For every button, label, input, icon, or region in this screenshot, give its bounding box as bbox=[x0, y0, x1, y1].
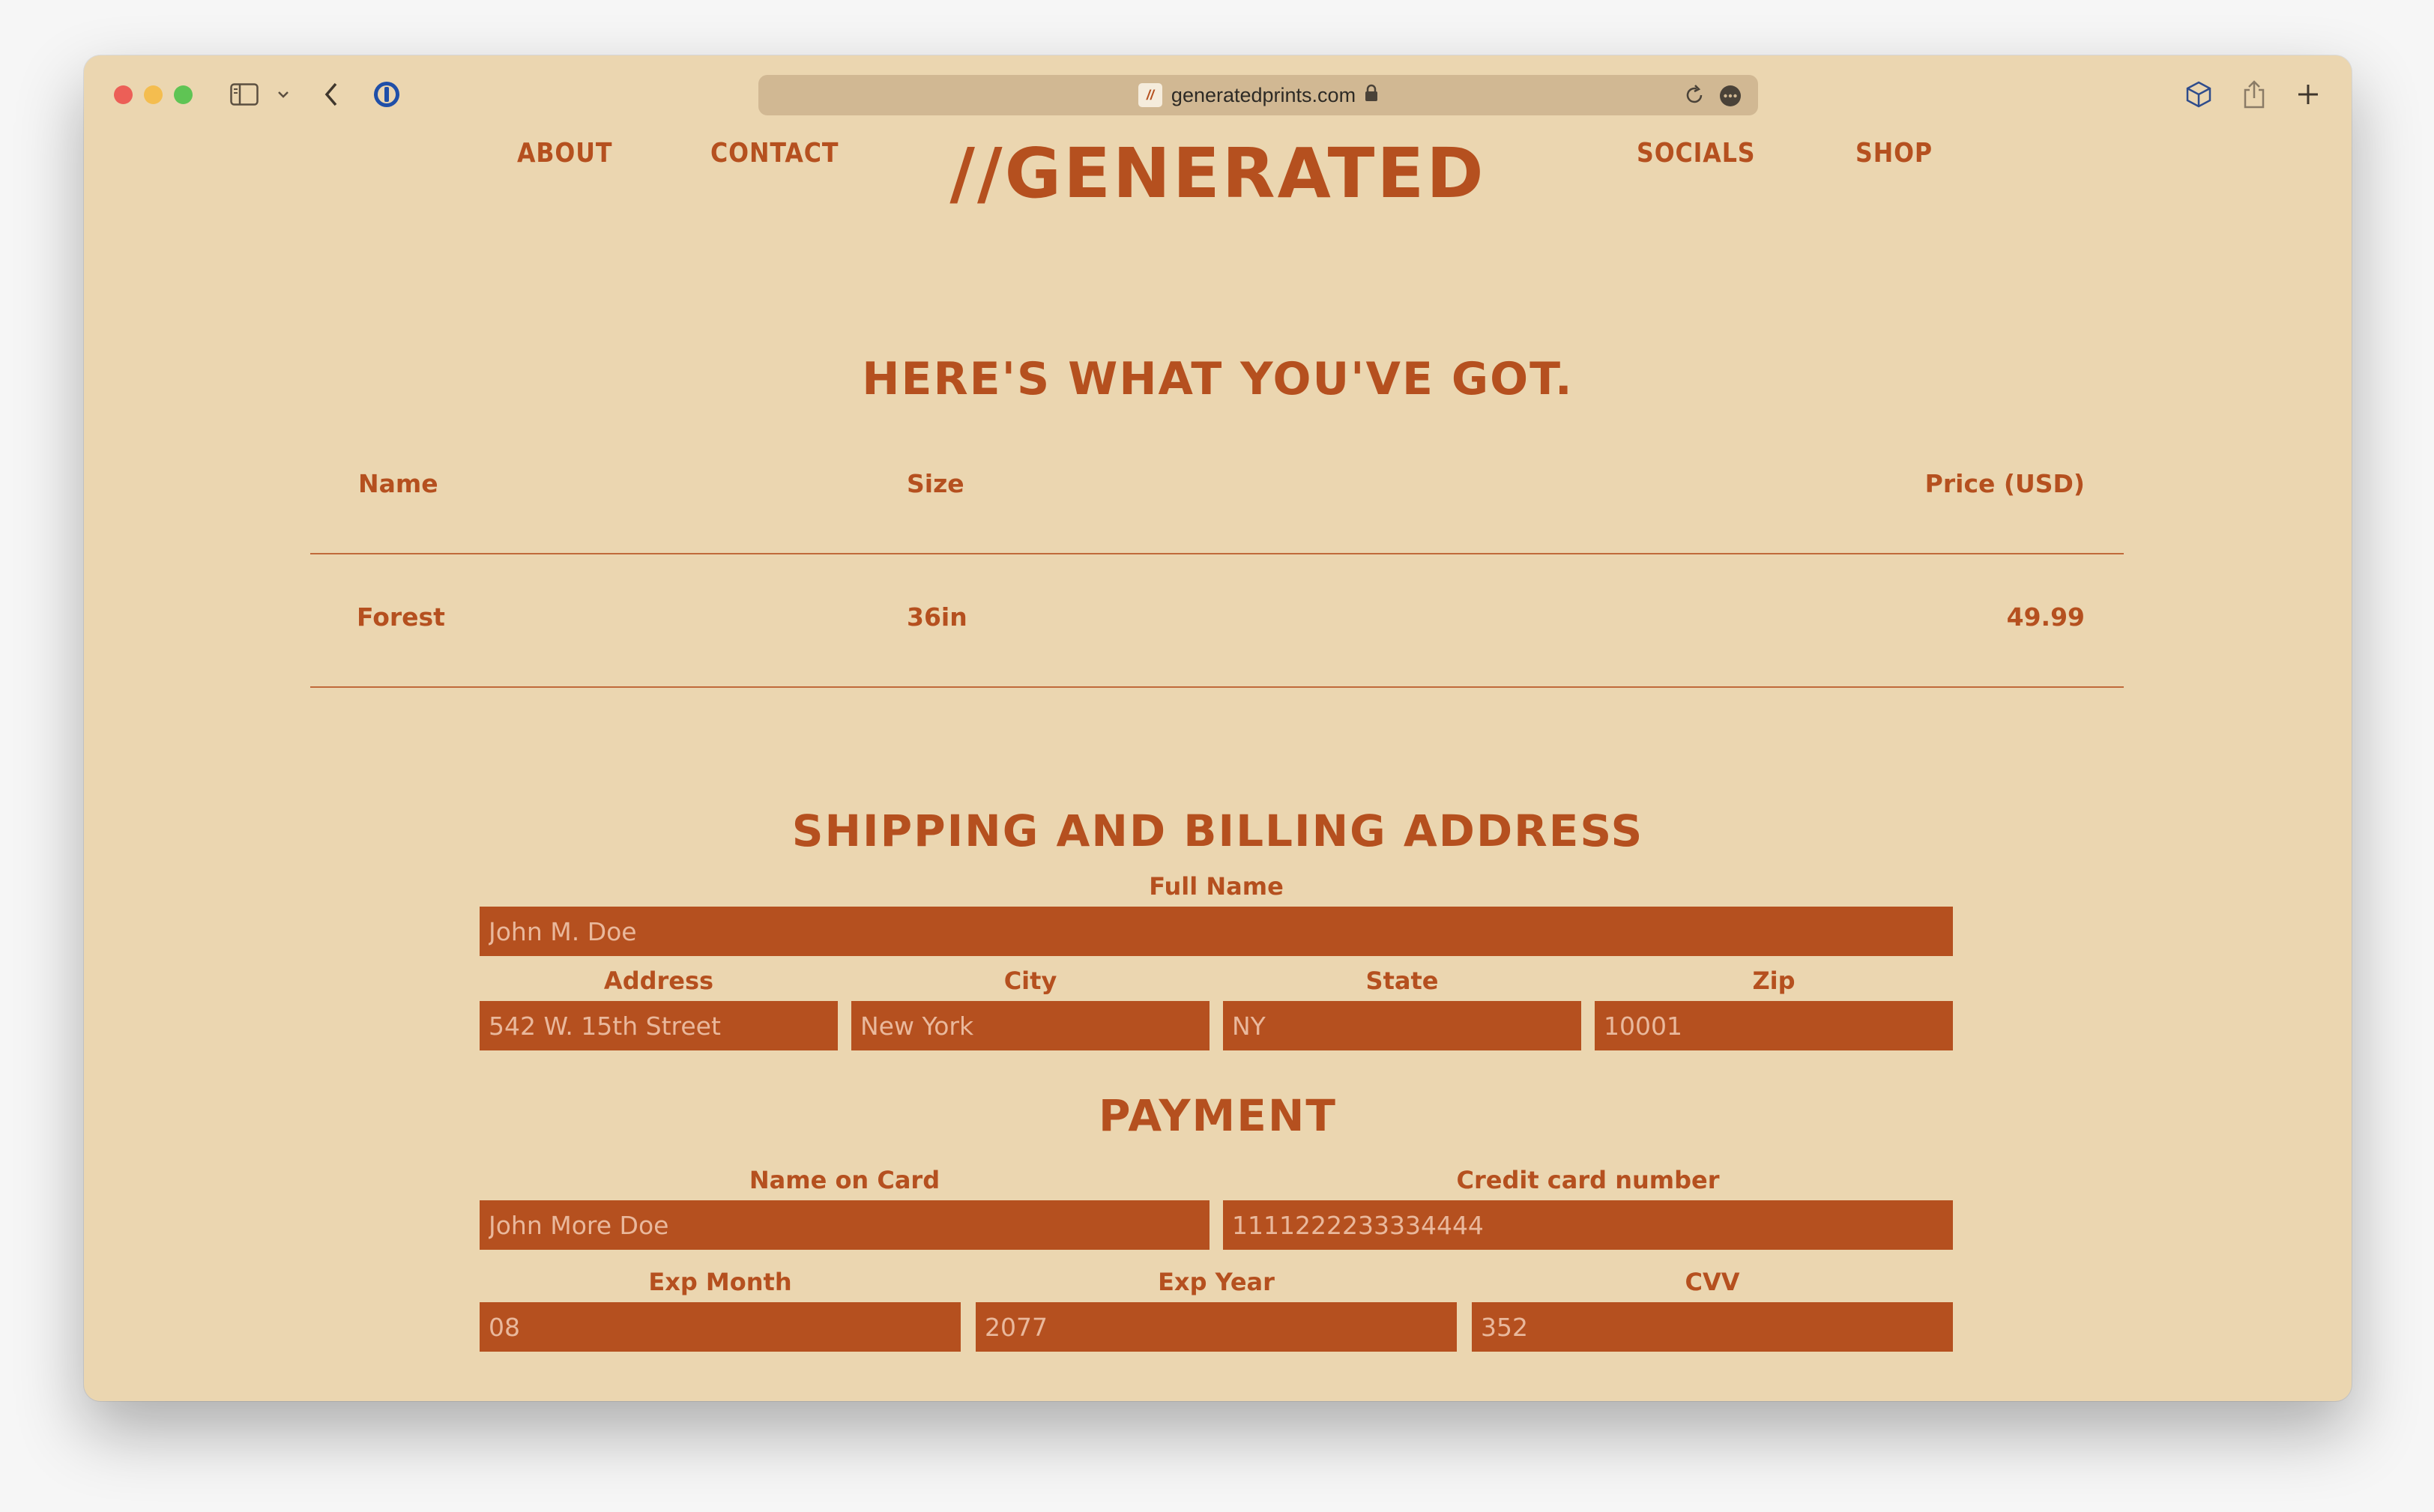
table-divider bbox=[310, 686, 2124, 688]
row-name-cell: Forest bbox=[357, 602, 445, 632]
lock-icon bbox=[1365, 84, 1378, 107]
name-on-card-input[interactable] bbox=[480, 1200, 1210, 1250]
minimize-window-button[interactable] bbox=[144, 85, 163, 104]
shipping-title: SHIPPING AND BILLING ADDRESS bbox=[791, 805, 1644, 856]
zip-input[interactable] bbox=[1595, 1001, 1953, 1050]
back-arrow-icon[interactable] bbox=[316, 78, 346, 111]
city-label: City bbox=[1003, 967, 1057, 995]
exp-month-input[interactable] bbox=[480, 1302, 961, 1352]
card-number-label: Credit card number bbox=[1456, 1166, 1720, 1194]
cvv-label: CVV bbox=[1685, 1268, 1740, 1296]
exp-year-input[interactable] bbox=[976, 1302, 1457, 1352]
cvv-input[interactable] bbox=[1472, 1302, 1953, 1352]
table-header-price: Price (USD) bbox=[1924, 469, 2085, 498]
reload-icon[interactable] bbox=[1683, 84, 1706, 109]
new-tab-plus-icon[interactable] bbox=[2293, 78, 2323, 111]
address-label: Address bbox=[603, 967, 714, 995]
nav-shop-link[interactable]: SHOP bbox=[1855, 138, 1933, 169]
zip-label: Zip bbox=[1752, 967, 1796, 995]
full-name-label: Full Name bbox=[1149, 872, 1284, 901]
cart-title: HERE'S WHAT YOU'VE GOT. bbox=[862, 353, 1574, 405]
site-logo[interactable]: //GENERATED bbox=[84, 139, 2352, 208]
chevron-down-icon[interactable] bbox=[274, 78, 292, 111]
row-size-cell: 36in bbox=[907, 602, 967, 632]
sidebar-toggle-icon[interactable] bbox=[228, 78, 261, 111]
row-price-cell: 49.99 bbox=[2006, 602, 2085, 632]
site-favicon: // bbox=[1138, 83, 1162, 107]
url-text: generatedprints.com bbox=[1171, 83, 1356, 106]
address-bar[interactable]: // generatedprints.com bbox=[758, 75, 1758, 115]
more-options-icon[interactable] bbox=[1719, 85, 1742, 110]
exp-month-label: Exp Month bbox=[648, 1268, 792, 1296]
table-divider bbox=[310, 553, 2124, 554]
table-header-name: Name bbox=[358, 469, 438, 498]
name-on-card-label: Name on Card bbox=[749, 1166, 940, 1194]
extension-box-icon[interactable] bbox=[2182, 78, 2215, 111]
browser-window: // generatedprints.com ABOUT CONTACT //G… bbox=[84, 55, 2352, 1401]
card-number-input[interactable] bbox=[1223, 1200, 1953, 1250]
password-manager-icon[interactable] bbox=[370, 78, 403, 111]
state-input[interactable] bbox=[1223, 1001, 1581, 1050]
close-window-button[interactable] bbox=[114, 85, 133, 104]
payment-title: PAYMENT bbox=[1099, 1090, 1337, 1141]
address-input[interactable] bbox=[480, 1001, 838, 1050]
full-name-input[interactable] bbox=[480, 907, 1953, 956]
table-header-size: Size bbox=[907, 469, 964, 498]
state-label: State bbox=[1365, 967, 1439, 995]
nav-socials-link[interactable]: SOCIALS bbox=[1637, 138, 1755, 169]
share-icon[interactable] bbox=[2239, 78, 2269, 111]
exp-year-label: Exp Year bbox=[1158, 1268, 1275, 1296]
city-input[interactable] bbox=[851, 1001, 1210, 1050]
zoom-window-button[interactable] bbox=[174, 85, 193, 104]
